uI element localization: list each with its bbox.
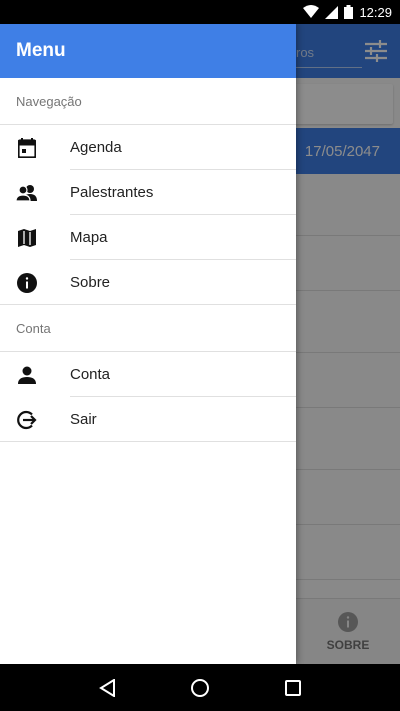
drawer-item-sobre[interactable]: Sobre (0, 260, 296, 305)
signal-icon (325, 5, 339, 19)
info-icon (16, 272, 38, 294)
section-label-navigation: Navegação (0, 78, 296, 125)
person-icon (16, 364, 38, 386)
drawer-item-label: Sair (70, 411, 97, 428)
map-icon (16, 227, 38, 249)
divider (0, 304, 296, 305)
drawer-item-palestrantes[interactable]: Palestrantes (0, 170, 296, 215)
drawer-item-conta[interactable]: Conta (0, 352, 296, 397)
drawer-title: Menu (16, 40, 66, 61)
drawer-item-mapa[interactable]: Mapa (0, 215, 296, 260)
drawer-item-label: Sobre (70, 274, 111, 291)
drawer-item-sair[interactable]: Sair (0, 397, 296, 442)
recents-icon[interactable] (273, 668, 313, 708)
people-icon (16, 182, 38, 204)
wifi-icon (303, 5, 320, 18)
drawer-header: Menu (0, 24, 296, 78)
home-icon[interactable] (180, 668, 220, 708)
drawer-item-label: Agenda (70, 139, 122, 156)
navigation-drawer: Menu Navegação Agenda Palestrantes Mapa … (0, 24, 296, 664)
drawer-item-label: Mapa (70, 229, 108, 246)
status-bar: 12:29 (0, 0, 400, 24)
drawer-item-agenda[interactable]: Agenda (0, 125, 296, 170)
drawer-item-label: Conta (70, 366, 111, 383)
drawer-item-label: Palestrantes (70, 184, 154, 201)
divider (0, 441, 296, 442)
system-nav-bar (0, 664, 400, 711)
back-icon[interactable] (87, 668, 127, 708)
battery-icon (344, 5, 354, 19)
logout-icon (16, 409, 38, 431)
calendar-icon (16, 137, 38, 159)
status-time: 12:29 (359, 4, 392, 20)
section-label-account: Conta (0, 305, 296, 352)
